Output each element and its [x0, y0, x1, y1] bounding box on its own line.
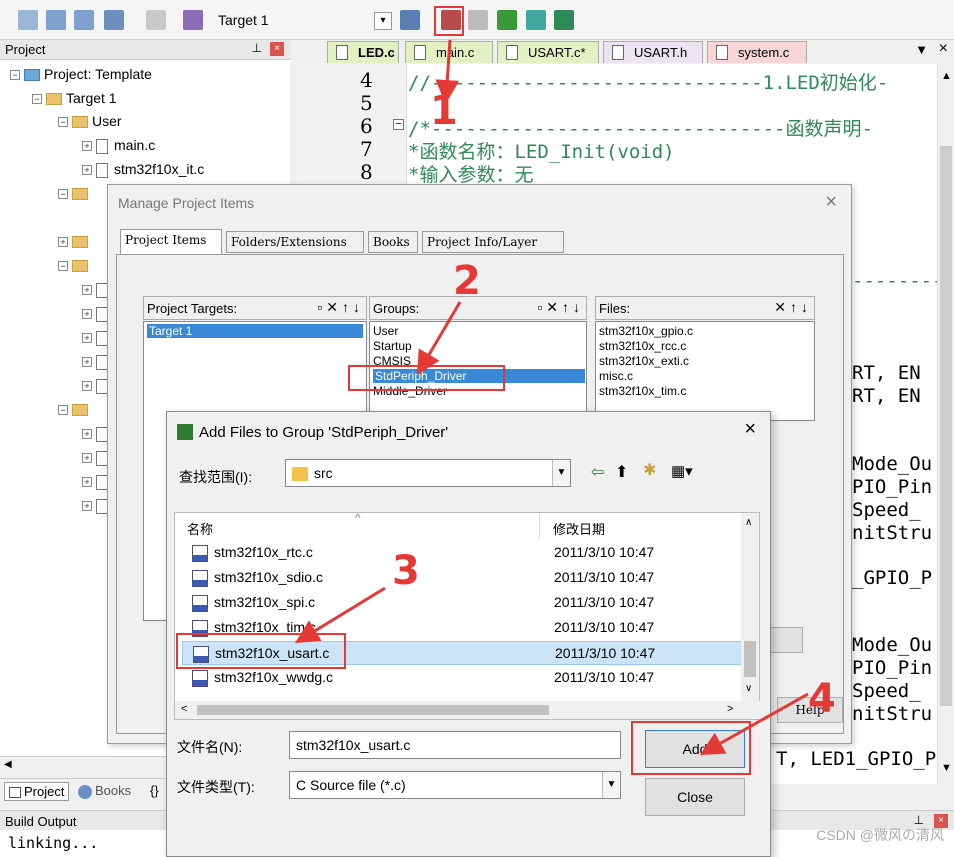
arrow-2	[416, 301, 462, 376]
arrow-4	[699, 692, 809, 755]
watermark: CSDN @微风の清风	[816, 827, 944, 843]
arrow-1	[435, 39, 460, 104]
annotation-arrows	[294, 39, 809, 755]
arrow-3	[294, 586, 386, 644]
